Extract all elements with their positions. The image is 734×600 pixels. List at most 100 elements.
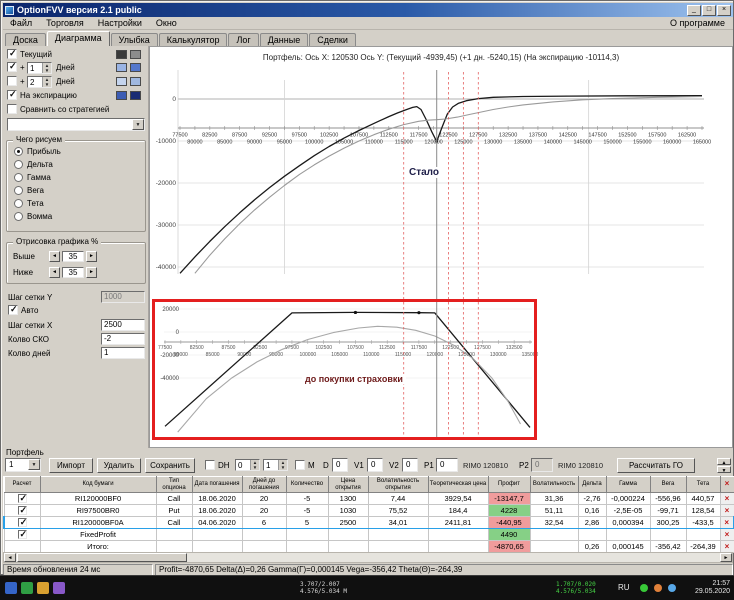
v2-input[interactable]: 0 <box>402 458 418 472</box>
tab-data[interactable]: Данные <box>259 33 309 46</box>
toolbar-scroll-down[interactable]: ▼ <box>717 466 731 474</box>
grid-x-input[interactable]: 2500 <box>101 319 145 331</box>
column-header[interactable]: Дней до погашения <box>241 476 287 493</box>
tab-ulybka[interactable]: Улыбка <box>110 33 158 46</box>
save-button[interactable]: Сохранить <box>145 458 195 473</box>
draw-option-profit[interactable]: Прибыль <box>7 145 145 158</box>
menu-window[interactable]: Окно <box>149 18 184 28</box>
plus1-checkbox[interactable] <box>7 61 17 72</box>
current-checkbox[interactable] <box>7 48 17 59</box>
expiration-checkbox[interactable] <box>7 89 17 100</box>
column-header[interactable]: Профит <box>487 476 531 493</box>
table-hscrollbar[interactable]: ◄ ► <box>3 552 733 563</box>
days-input[interactable]: 1 <box>101 347 145 359</box>
increase-button[interactable]: ► <box>86 267 97 278</box>
toolbar-scroll-up[interactable]: ▲ <box>717 458 731 466</box>
scroll-left-button[interactable]: ◄ <box>4 553 16 562</box>
color-swatch[interactable] <box>116 50 127 59</box>
days-spinner[interactable]: 2 ▲ ▼ <box>27 76 52 88</box>
tab-diagramma[interactable]: Диаграмма <box>46 31 110 46</box>
decrease-button[interactable]: ◄ <box>49 251 60 262</box>
column-header[interactable]: Цена открытия <box>327 476 369 493</box>
dh-spinner-2[interactable]: 1 ▲ ▼ <box>263 459 288 471</box>
row-delete-button[interactable]: × <box>719 528 734 541</box>
column-header[interactable]: Гамма <box>605 476 651 493</box>
row-delete-button[interactable]: × <box>719 504 734 517</box>
color-swatch[interactable] <box>130 77 141 86</box>
spin-down-icon[interactable]: ▼ <box>43 82 51 87</box>
color-swatch[interactable] <box>116 63 127 72</box>
row-calc-checkbox[interactable] <box>17 530 27 540</box>
dh-spinner-1[interactable]: 0 ▲ ▼ <box>235 459 260 471</box>
calc-margin-button[interactable]: Рассчитать ГО <box>617 458 695 473</box>
column-header[interactable]: Код бумаги <box>39 476 157 493</box>
tab-doska[interactable]: Доска <box>5 33 46 46</box>
spin-down-icon[interactable]: ▼ <box>251 465 259 470</box>
delete-button[interactable]: Удалить <box>97 458 141 473</box>
plus2-checkbox[interactable] <box>7 76 17 86</box>
column-header[interactable]: Количество <box>285 476 329 493</box>
color-swatch[interactable] <box>130 63 141 72</box>
taskbar-app-icon[interactable] <box>5 582 17 594</box>
row-delete-button[interactable]: × <box>719 540 734 553</box>
draw-option-delta[interactable]: Дельта <box>7 158 145 171</box>
column-header[interactable]: Теоретическая цена <box>427 476 489 493</box>
below-value[interactable]: 35 <box>62 267 84 278</box>
scrollbar-thumb[interactable] <box>17 553 187 562</box>
spinner-arrows[interactable]: ▲ ▼ <box>42 63 51 73</box>
dropdown-arrow-icon[interactable]: ▼ <box>28 459 40 470</box>
column-header[interactable]: Вега <box>649 476 687 493</box>
compare-checkbox[interactable] <box>7 104 17 114</box>
p2-input[interactable]: 0 <box>531 458 553 472</box>
taskbar-app-icon[interactable] <box>21 582 33 594</box>
auto-checkbox[interactable] <box>8 304 18 315</box>
tab-calculator[interactable]: Калькулятор <box>158 33 228 46</box>
menu-file[interactable]: Файл <box>3 18 39 28</box>
tab-deals[interactable]: Сделки <box>309 33 356 46</box>
spinner-arrows[interactable]: ▲ ▼ <box>278 460 287 470</box>
column-header[interactable]: Волатильность открытия <box>367 476 429 493</box>
v1-input[interactable]: 0 <box>367 458 383 472</box>
maximize-button[interactable]: □ <box>702 4 716 16</box>
above-value[interactable]: 35 <box>62 251 84 262</box>
decrease-button[interactable]: ◄ <box>49 267 60 278</box>
draw-option-theta[interactable]: Тета <box>7 197 145 210</box>
color-swatch[interactable] <box>130 91 141 100</box>
menu-about[interactable]: О программе <box>662 18 733 28</box>
strategy-select[interactable]: ▼ <box>7 118 145 131</box>
color-swatch[interactable] <box>116 77 127 86</box>
column-header[interactable]: Расчет <box>3 476 41 493</box>
tab-log[interactable]: Лог <box>228 33 259 46</box>
column-header[interactable]: Волатильность <box>529 476 579 493</box>
color-swatch[interactable] <box>116 91 127 100</box>
row-calc-checkbox[interactable] <box>17 494 27 504</box>
menu-trading[interactable]: Торговля <box>39 18 91 28</box>
draw-option-gamma[interactable]: Гамма <box>7 171 145 184</box>
tray-icon-blue[interactable] <box>668 584 676 592</box>
d-input[interactable]: 0 <box>332 458 348 472</box>
minimize-button[interactable]: _ <box>687 4 701 16</box>
language-indicator[interactable]: RU <box>618 583 630 592</box>
row-calc-checkbox[interactable] <box>17 506 27 516</box>
taskbar-app-icon[interactable] <box>37 582 49 594</box>
color-swatch[interactable] <box>130 50 141 59</box>
days-spinner[interactable]: 1 ▲ ▼ <box>27 62 52 74</box>
import-button[interactable]: Импорт <box>49 458 93 473</box>
column-header[interactable]: Тета <box>685 476 721 493</box>
dropdown-arrow-icon[interactable]: ▼ <box>132 119 144 130</box>
scroll-right-button[interactable]: ► <box>720 553 732 562</box>
row-delete-button[interactable]: × <box>719 492 734 505</box>
taskbar-clock[interactable]: 21:57 29.05.2020 <box>695 580 730 596</box>
spinner-arrows[interactable]: ▲ ▼ <box>250 460 259 470</box>
spin-down-icon[interactable]: ▼ <box>43 68 51 73</box>
preset-select[interactable]: 1 ▼ <box>5 458 41 472</box>
m-checkbox[interactable] <box>295 460 305 470</box>
close-button[interactable]: × <box>717 4 731 16</box>
spin-down-icon[interactable]: ▼ <box>279 465 287 470</box>
row-calc-checkbox[interactable] <box>17 518 27 528</box>
grid-y-input[interactable]: 1000 <box>101 291 145 303</box>
spinner-arrows[interactable]: ▲ ▼ <box>42 77 51 87</box>
p1-input[interactable]: 0 <box>436 458 458 472</box>
tray-icon-green[interactable] <box>640 584 648 592</box>
draw-option-vega[interactable]: Вега <box>7 184 145 197</box>
